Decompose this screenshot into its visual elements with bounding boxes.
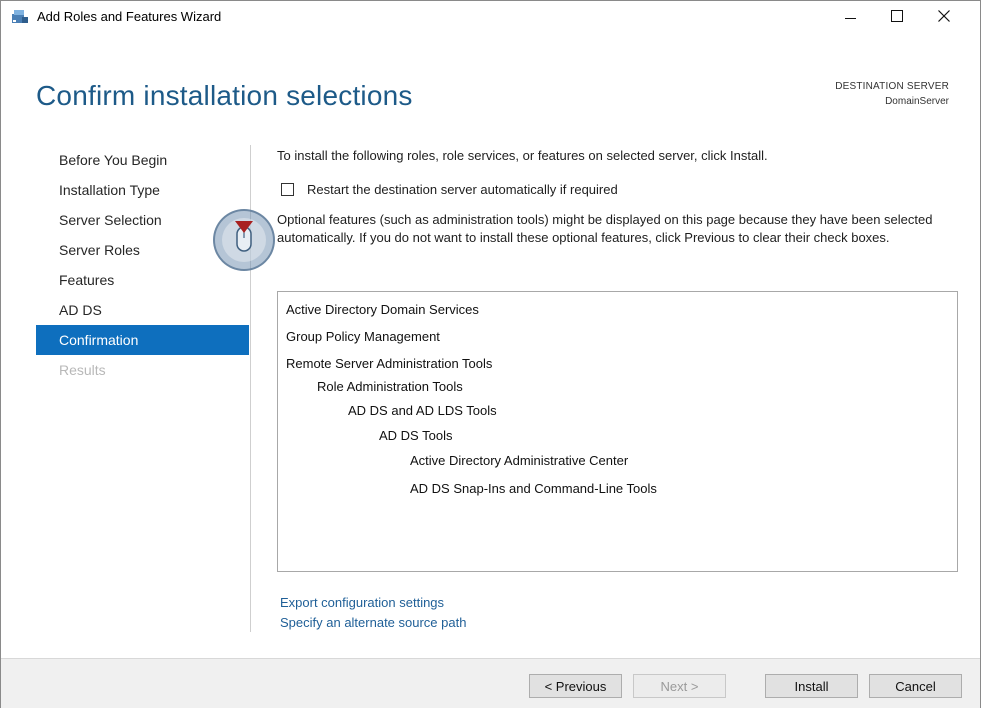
list-item: AD DS Snap-Ins and Command-Line Tools — [410, 481, 657, 496]
list-item: AD DS Tools — [379, 428, 453, 443]
minimize-icon — [844, 17, 856, 19]
restart-checkbox-label[interactable]: Restart the destination server automatic… — [307, 182, 618, 197]
page-title: Confirm installation selections — [36, 80, 413, 111]
install-button[interactable]: Install — [765, 674, 858, 698]
selections-list[interactable]: Active Directory Domain Services Group P… — [277, 291, 958, 572]
maximize-button[interactable] — [874, 1, 920, 31]
cancel-button[interactable]: Cancel — [869, 674, 962, 698]
nav-item-features[interactable]: Features — [36, 265, 249, 295]
export-config-link[interactable]: Export configuration settings — [280, 595, 444, 610]
restart-checkbox[interactable] — [281, 183, 294, 196]
close-icon — [938, 10, 950, 22]
nav-item-installation-type[interactable]: Installation Type — [36, 175, 249, 205]
destination-server: DESTINATION SERVER DomainServer — [835, 79, 949, 109]
nav-item-ad-ds[interactable]: AD DS — [36, 295, 249, 325]
nav-item-results: Results — [59, 362, 106, 378]
list-item: Active Directory Administrative Center — [410, 453, 629, 468]
intro-text: To install the following roles, role ser… — [277, 148, 768, 163]
nav-item-before-you-begin[interactable]: Before You Begin — [36, 145, 249, 175]
nav-item-confirmation[interactable]: Confirmation — [36, 325, 249, 355]
list-item: Active Directory Domain Services — [286, 302, 479, 317]
list-item: AD DS and AD LDS Tools — [348, 403, 497, 418]
server-manager-icon — [11, 8, 29, 24]
close-button[interactable] — [921, 1, 967, 31]
wizard-window: Add Roles and Features Wizard Confirm in… — [0, 0, 981, 708]
next-button: Next > — [633, 674, 726, 698]
window-title: Add Roles and Features Wizard — [37, 9, 222, 24]
alternate-source-link[interactable]: Specify an alternate source path — [280, 615, 466, 630]
optional-features-note: Optional features (such as administratio… — [277, 212, 933, 245]
previous-button[interactable]: < Previous — [529, 674, 622, 698]
list-item: Group Policy Management — [286, 329, 440, 344]
wizard-footer: < Previous Next > Install Cancel — [1, 658, 980, 708]
maximize-icon — [891, 10, 903, 22]
minimize-button[interactable] — [827, 1, 873, 31]
list-item: Remote Server Administration Tools — [286, 356, 493, 371]
destination-label: DESTINATION SERVER — [835, 81, 949, 92]
destination-value: DomainServer — [885, 96, 949, 107]
title-bar[interactable]: Add Roles and Features Wizard — [1, 1, 980, 31]
list-item: Role Administration Tools — [317, 379, 463, 394]
mouse-cursor-icon — [213, 209, 275, 271]
restart-option[interactable]: Restart the destination server automatic… — [281, 182, 618, 197]
